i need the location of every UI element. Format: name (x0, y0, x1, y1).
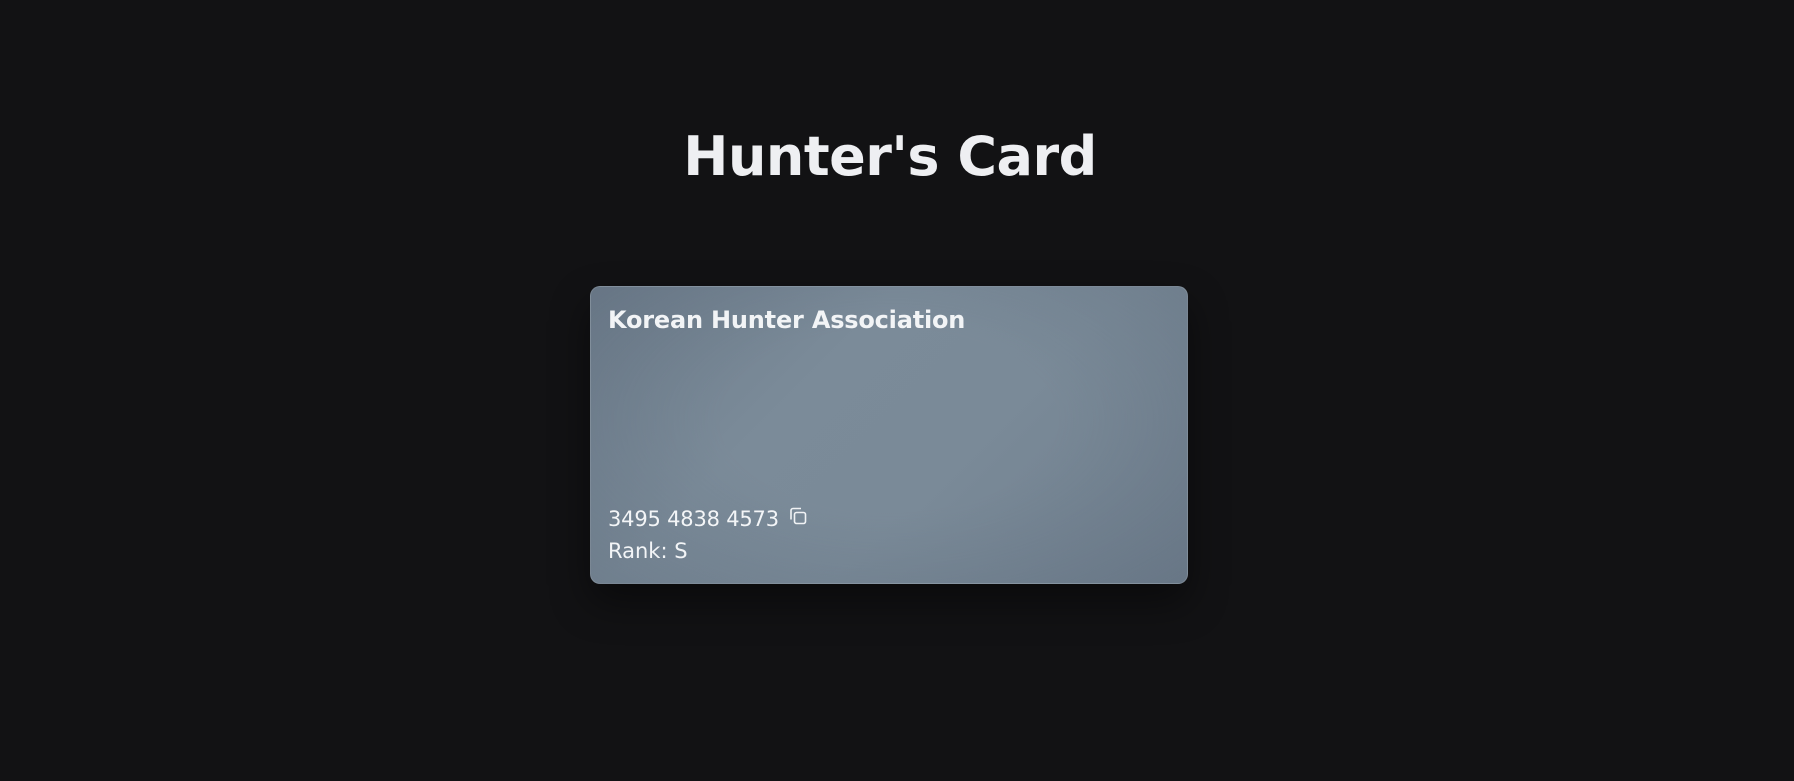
card-rank: Rank: S (608, 539, 688, 563)
hunter-card: Korean Hunter Association 3495 4838 4573… (590, 286, 1188, 584)
card-issuer: Korean Hunter Association (608, 306, 966, 334)
copy-icon[interactable] (787, 505, 809, 527)
page-title: Hunter's Card (683, 125, 1097, 188)
card-number: 3495 4838 4573 (608, 507, 779, 531)
card-number-row: 3495 4838 4573 (608, 505, 809, 533)
